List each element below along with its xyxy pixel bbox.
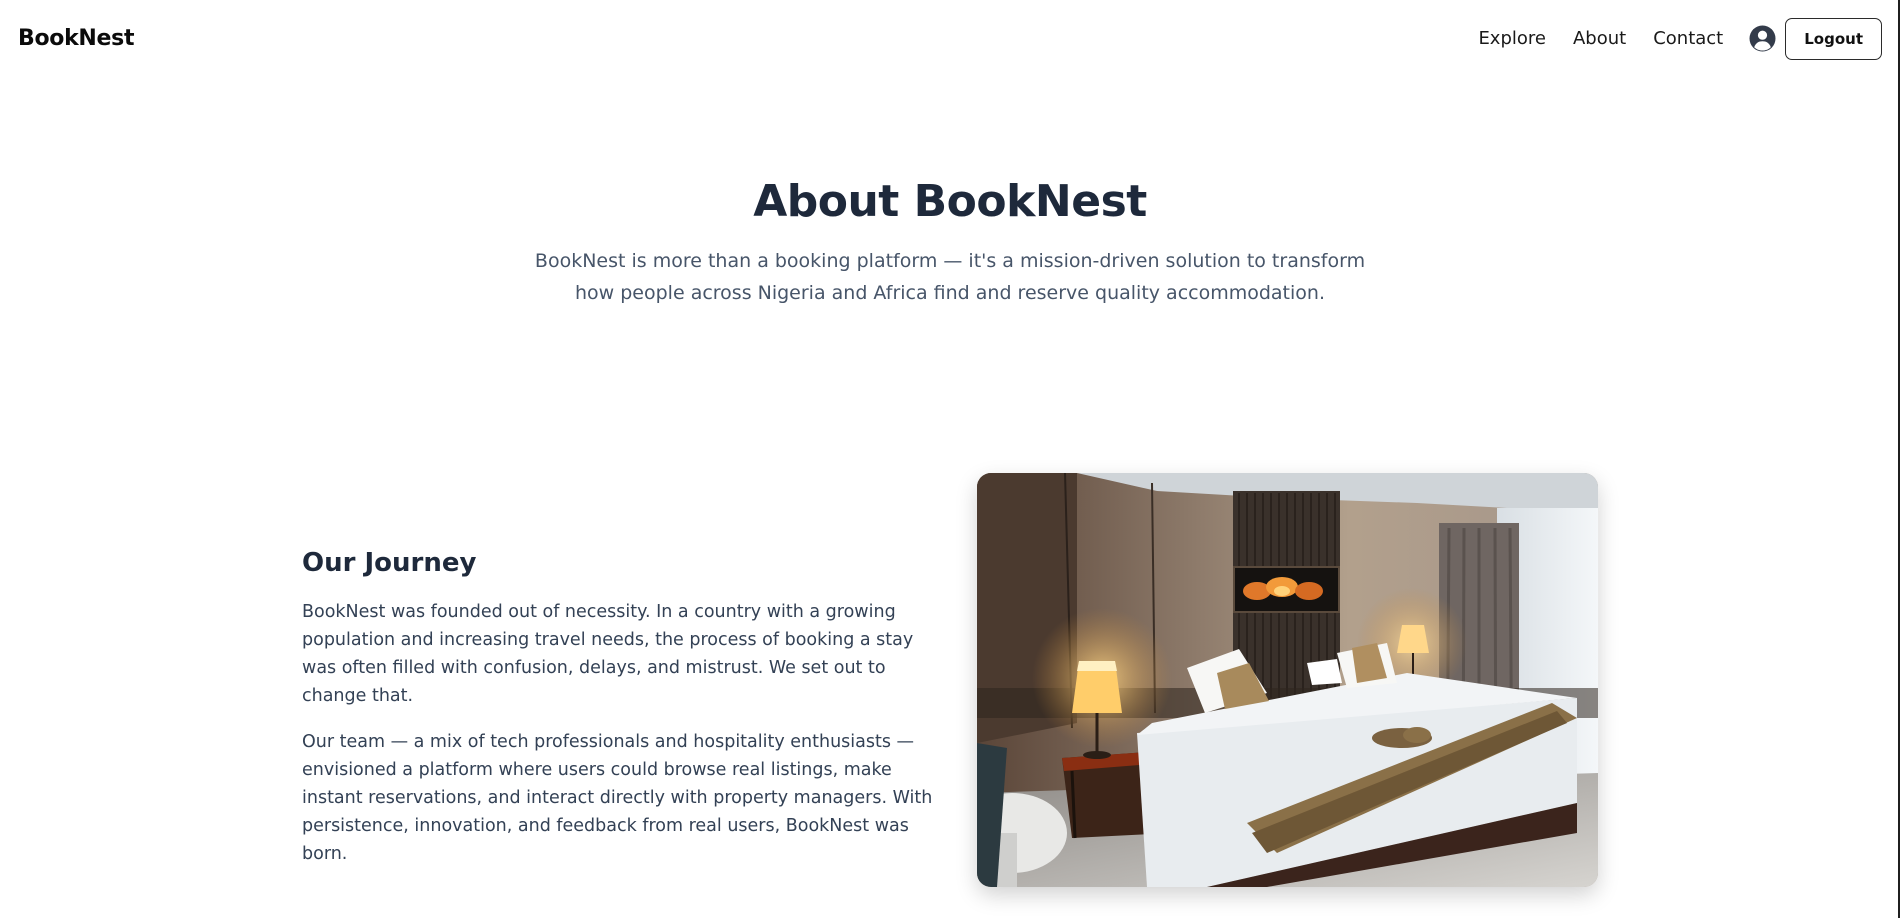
window-edge <box>1898 0 1900 918</box>
nav-menu: Explore About Contact Logout <box>1478 17 1882 60</box>
hotel-bedroom-image <box>977 473 1598 887</box>
nav-link-explore[interactable]: Explore <box>1478 28 1546 49</box>
brand-logo[interactable]: BookNest <box>18 26 134 51</box>
logout-button[interactable]: Logout <box>1785 17 1882 60</box>
page-subtitle: BookNest is more than a booking platform… <box>534 250 1366 304</box>
user-circle-icon[interactable] <box>1749 25 1776 52</box>
page-title: About BookNest <box>753 176 1147 227</box>
navbar: BookNest Explore About Contact Logout <box>0 0 1900 77</box>
journey-paragraph-2: Our team — a mix of tech professionals a… <box>302 732 933 864</box>
journey-section: Our Journey BookNest was founded out of … <box>302 548 942 886</box>
page: BookNest Explore About Contact Logout Ab… <box>0 0 1900 918</box>
hero-section: About BookNest BookNest is more than a b… <box>0 176 1900 309</box>
journey-title: Our Journey <box>302 548 477 578</box>
nav-link-contact[interactable]: Contact <box>1653 28 1723 49</box>
journey-paragraph-1: BookNest was founded out of necessity. I… <box>302 602 914 706</box>
nav-link-about[interactable]: About <box>1573 28 1626 49</box>
